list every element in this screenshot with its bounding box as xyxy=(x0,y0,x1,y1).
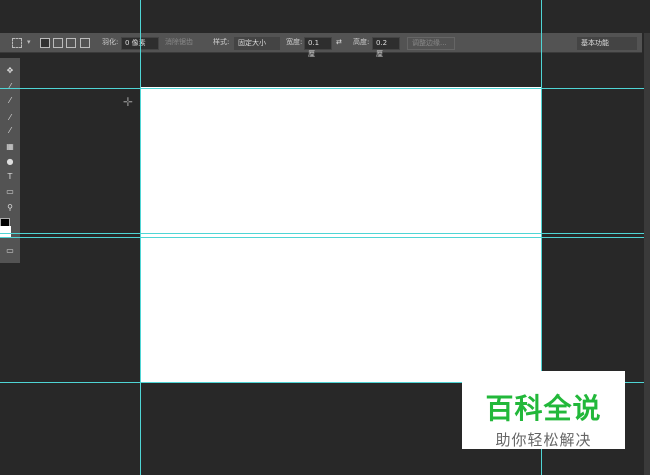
watermark-subtitle: 助你轻松解决 xyxy=(495,431,592,449)
quick-select-icon[interactable]: ⁄ xyxy=(5,82,15,92)
title-area xyxy=(0,0,650,32)
height-label: 高度: xyxy=(353,38,370,46)
options-bar: ▾ 羽化: 0 像素 消除锯齿 样式: 固定大小 宽度: 0.1 厘 ⇄ 高度:… xyxy=(0,33,642,58)
brush-icon[interactable]: ⁄ xyxy=(5,113,15,123)
swap-icon[interactable]: ⇄ xyxy=(336,37,342,48)
subtract-selection-icon[interactable] xyxy=(66,38,76,48)
marquee-tool-icon[interactable] xyxy=(12,38,22,48)
intersect-selection-icon[interactable] xyxy=(80,38,90,48)
refine-edge-button[interactable]: 调整边缘... xyxy=(407,37,455,50)
style-select[interactable]: 固定大小 xyxy=(234,37,280,50)
guide-horizontal[interactable] xyxy=(0,88,650,89)
width-input[interactable]: 0.1 厘 xyxy=(304,37,332,58)
document-canvas[interactable] xyxy=(140,87,542,383)
dodge-icon[interactable]: ● xyxy=(5,157,15,167)
screen-mode-icon[interactable]: ▭ xyxy=(5,246,15,256)
crosshair-cursor-icon: ✛ xyxy=(123,95,134,109)
history-brush-icon[interactable]: ⁄ xyxy=(5,126,15,136)
watermark-title: 百科全说 xyxy=(485,392,602,425)
zoom-tool-icon[interactable]: ⚲ xyxy=(5,203,15,213)
move-tool-icon[interactable]: ✥ xyxy=(5,66,15,76)
feather-label: 羽化: xyxy=(102,38,119,46)
gradient-icon[interactable]: ▦ xyxy=(5,142,15,152)
height-input[interactable]: 0.2 厘 xyxy=(372,37,400,58)
rectangle-tool-icon[interactable]: ▭ xyxy=(5,187,15,197)
workspace-select[interactable]: 基本功能 xyxy=(577,37,637,50)
new-selection-icon[interactable] xyxy=(40,38,50,48)
style-label: 样式: xyxy=(213,38,230,46)
guide-horizontal[interactable] xyxy=(0,233,650,234)
type-tool-icon[interactable]: T xyxy=(5,172,15,182)
width-label: 宽度: xyxy=(286,38,303,46)
add-selection-icon[interactable] xyxy=(53,38,63,48)
antialias-checkbox[interactable]: 消除锯齿 xyxy=(165,37,193,48)
eyedropper-icon[interactable]: ⁄ xyxy=(5,96,15,106)
scrollbar[interactable] xyxy=(644,33,650,475)
watermark: 百科全说 助你轻松解决 xyxy=(462,371,625,449)
guide-horizontal[interactable] xyxy=(0,237,650,238)
chevron-down-icon[interactable]: ▾ xyxy=(27,37,31,48)
